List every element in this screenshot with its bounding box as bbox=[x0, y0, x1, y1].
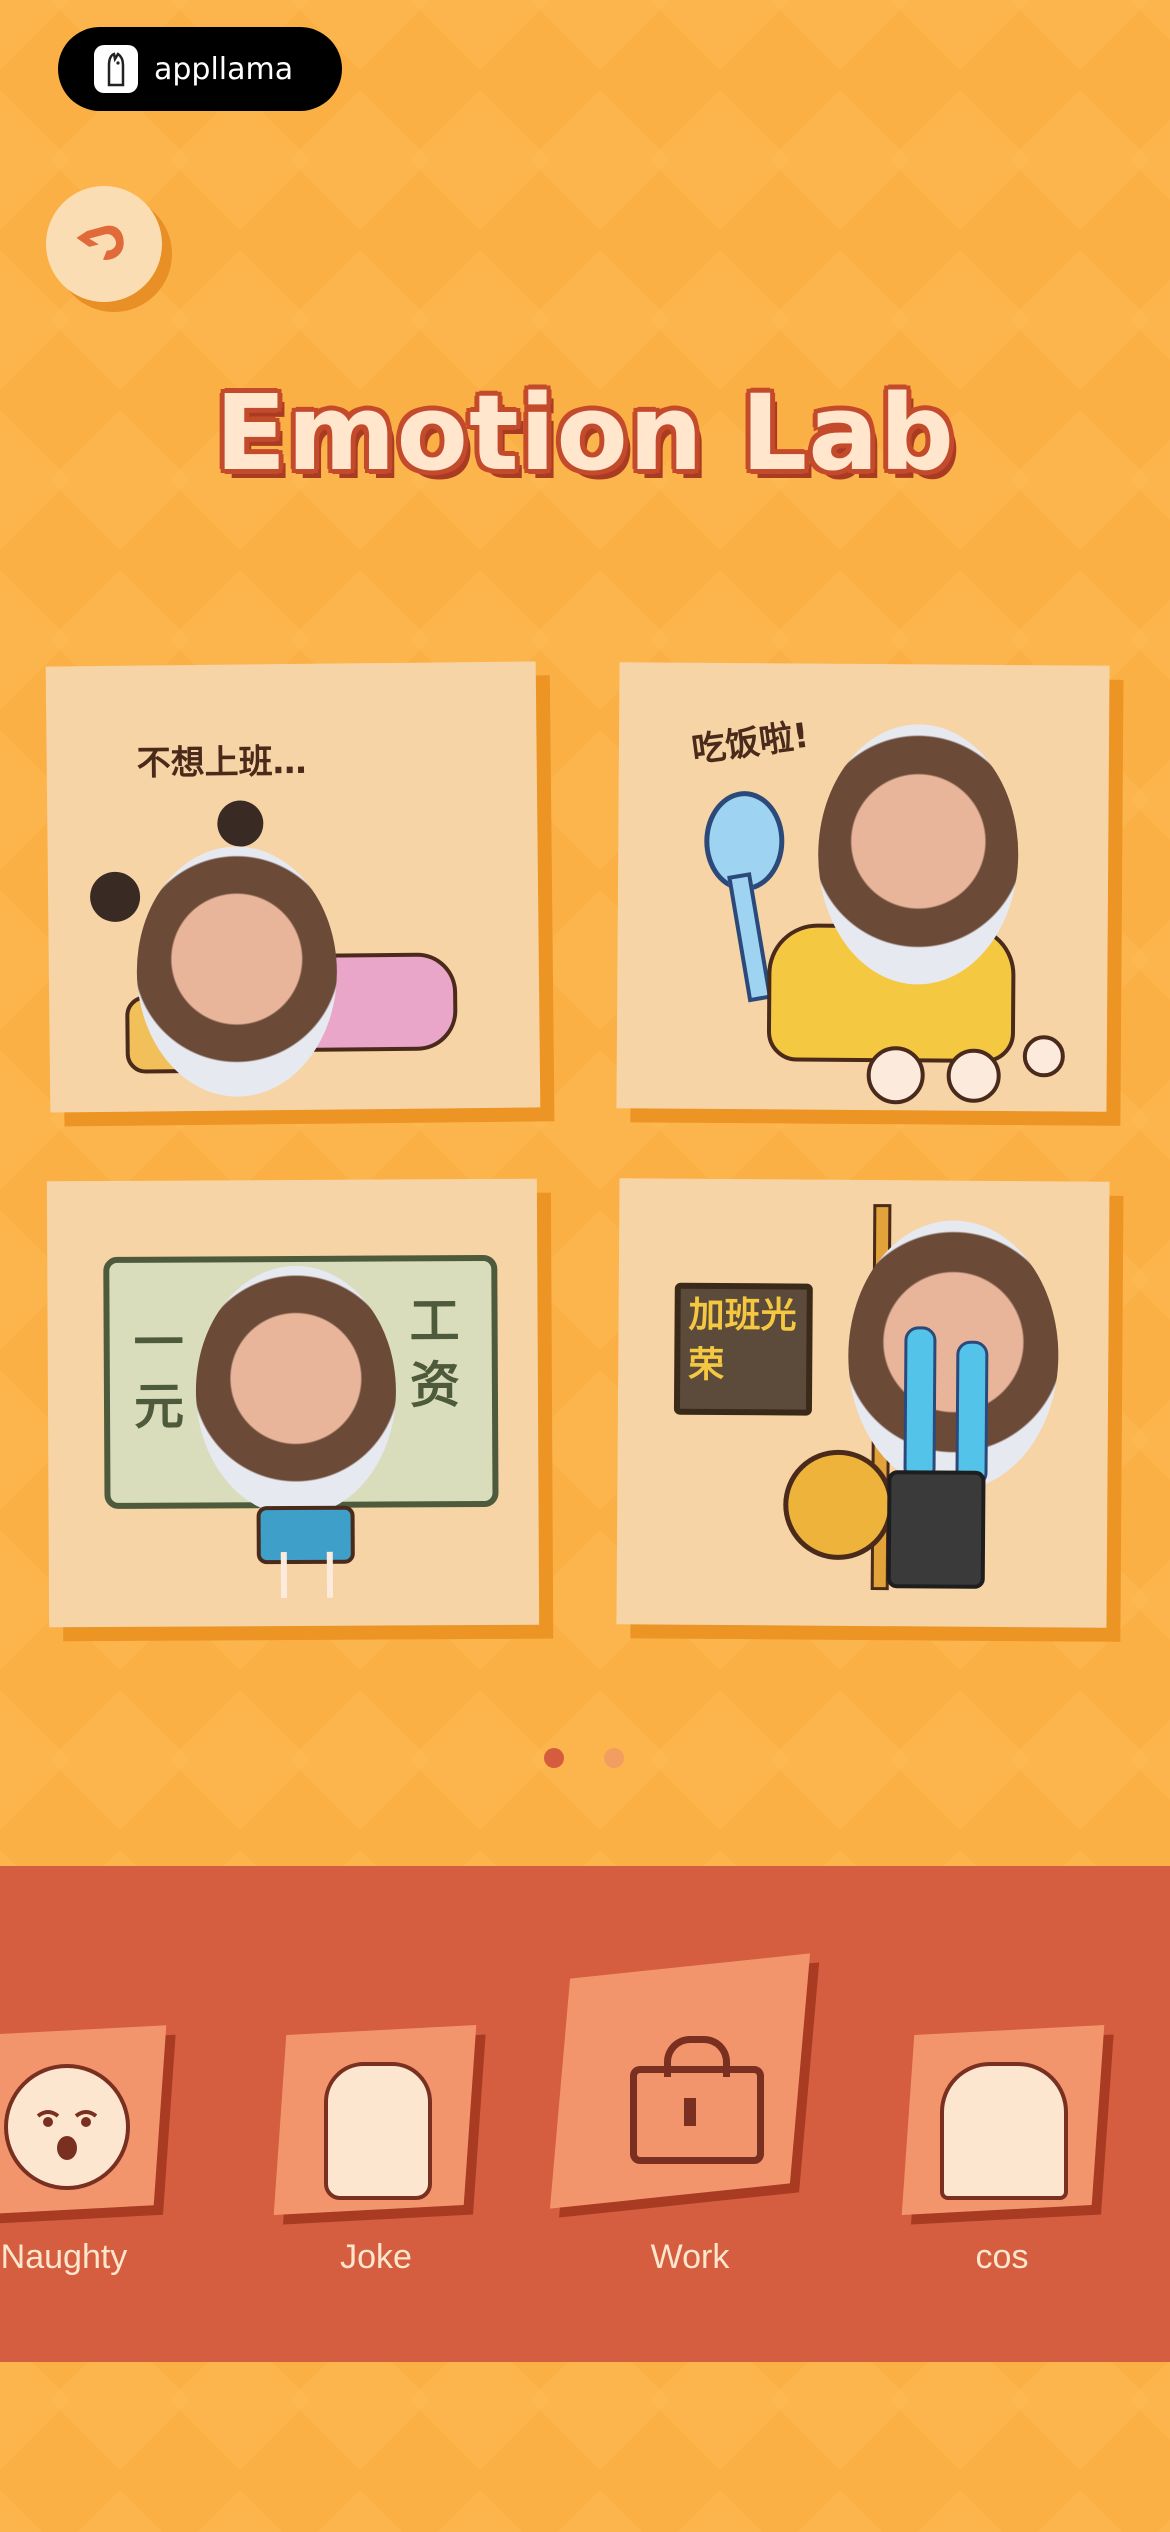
banknote-left-text: 一元 bbox=[133, 1313, 185, 1436]
panda-ear-icon bbox=[89, 871, 141, 923]
handbag-icon bbox=[782, 1449, 894, 1561]
briefcase-icon bbox=[630, 2066, 764, 2164]
page-title: Emotion Lab bbox=[215, 372, 955, 494]
brand-name: appllama bbox=[154, 51, 294, 87]
face-photo bbox=[817, 723, 1020, 986]
naughty-face-icon bbox=[4, 2064, 130, 2190]
legs bbox=[280, 1551, 334, 1599]
tab-label: Naughty bbox=[0, 2238, 128, 2276]
briefcase-handle bbox=[664, 2036, 730, 2077]
briefcase-latch bbox=[684, 2098, 696, 2126]
sticker-card[interactable]: 吃饭啦! bbox=[616, 662, 1110, 1112]
tab-work[interactable]: Work bbox=[549, 1866, 820, 2276]
tab-label: cos bbox=[975, 2238, 1029, 2276]
sticker-card[interactable]: 一元 工资 bbox=[46, 1178, 540, 1628]
bubble-icon bbox=[866, 1046, 925, 1105]
cosplay-hair-icon bbox=[940, 2062, 1068, 2200]
panda-ear-icon bbox=[217, 800, 264, 847]
bubble-icon bbox=[1022, 1035, 1065, 1078]
page-dot[interactable] bbox=[604, 1748, 624, 1768]
sticker-card[interactable]: 加班光荣 bbox=[616, 1178, 1110, 1628]
category-tab-bar: Naughty Joke Work cos bbox=[0, 1866, 1170, 2362]
spoon-handle bbox=[727, 872, 773, 1003]
sticker-card[interactable]: 不想上班… bbox=[45, 661, 541, 1113]
tab-cos[interactable]: cos bbox=[901, 1866, 1105, 2276]
page-dot-active[interactable] bbox=[544, 1748, 564, 1768]
face-photo bbox=[135, 845, 339, 1098]
llama-icon bbox=[324, 2062, 432, 2200]
banknote-right-text: 工资 bbox=[409, 1292, 461, 1415]
back-button[interactable] bbox=[46, 186, 162, 302]
tab-naughty[interactable]: Naughty bbox=[0, 1866, 180, 2276]
sticker-caption: 吃饭啦! bbox=[689, 715, 812, 771]
chalkboard-text: 加班光荣 bbox=[688, 1294, 797, 1387]
sticker-caption: 不想上班… bbox=[136, 741, 307, 784]
brand-badge: appllama bbox=[58, 27, 342, 111]
tab-joke[interactable]: Joke bbox=[273, 1866, 477, 2276]
llama-logo-icon bbox=[94, 45, 138, 93]
page-indicator bbox=[544, 1748, 624, 1768]
bubble-icon bbox=[946, 1048, 1001, 1103]
tears-icon bbox=[955, 1340, 989, 1487]
tab-label: Work bbox=[650, 2238, 730, 2276]
back-arrow-icon bbox=[76, 225, 124, 260]
face-photo bbox=[847, 1219, 1060, 1492]
tears-icon bbox=[903, 1326, 937, 1483]
face-photo bbox=[195, 1265, 397, 1517]
suit-body bbox=[886, 1470, 986, 1589]
tab-label: Joke bbox=[340, 2238, 412, 2276]
